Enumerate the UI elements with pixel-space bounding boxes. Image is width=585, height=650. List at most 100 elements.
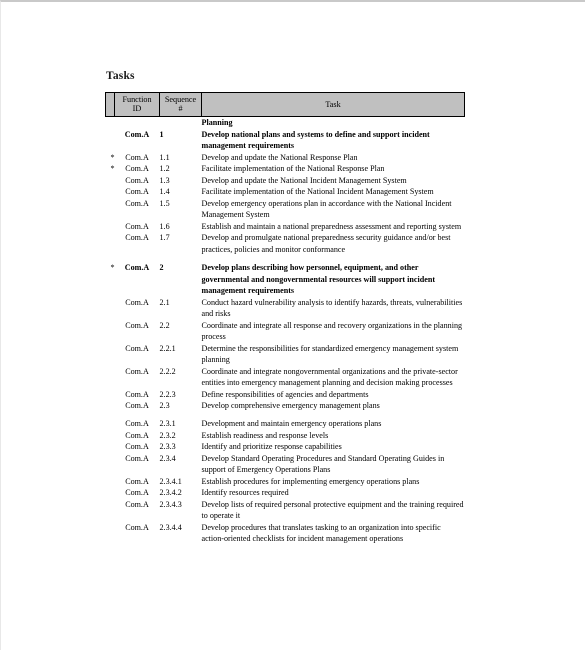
row-function-id: Com.A xyxy=(124,263,150,273)
row-sequence-number: 2 xyxy=(159,263,164,273)
row-sequence-number: 1.4 xyxy=(159,187,170,197)
row-task-description: Identify and prioritize response capabil… xyxy=(201,442,342,452)
table-row: Com.A 2.2.1 Determine the responsibilities… xyxy=(106,343,465,366)
row-marker-asterisk xyxy=(106,441,115,452)
table-row: Com.A 1.7 Develop and promulgate national … xyxy=(106,232,465,255)
table-row: Com.A 2.2.3 Define responsibilities of age… xyxy=(106,389,465,400)
row-function-id: Com.A xyxy=(125,221,149,231)
row-marker-asterisk xyxy=(106,499,115,522)
column-header-function-id-line2: ID xyxy=(132,104,142,114)
row-task-description: Conduct hazard vulnerability analysis to… xyxy=(201,297,463,319)
row-sequence-number: 2.2.2 xyxy=(159,366,176,376)
row-sequence-number: 2.3.4 xyxy=(159,453,176,463)
table-row-spacer-cell xyxy=(106,411,465,418)
table-row: Com.A 2.3.4.3 Develop lists of required pe… xyxy=(106,499,465,522)
row-function-id: Com.A xyxy=(125,389,149,399)
table-row: Com.A 2.3.3 Identify and prioritize respon… xyxy=(106,441,465,452)
row-function-id: Com.A xyxy=(125,522,149,532)
row-sequence-number: 2.3.4.1 xyxy=(159,476,182,486)
table-header: Function ID Sequence # Task xyxy=(105,91,465,118)
row-sequence-number xyxy=(160,117,202,129)
row-task-description: Develop national plans and systems to de… xyxy=(201,129,430,151)
row-task-description: Planning xyxy=(201,118,233,128)
table-row: Com.A 1.4 Facilitate implementation of the… xyxy=(106,186,465,197)
row-task-description: Develop plans describing how personnel, … xyxy=(201,263,436,296)
row-function-id: Com.A xyxy=(125,343,149,353)
table-header-row: Function ID Sequence # Task xyxy=(105,91,465,118)
row-sequence-number: 2.3.1 xyxy=(159,419,176,429)
row-sequence-number: 2.2 xyxy=(159,320,170,330)
row-sequence-number: 2.2.3 xyxy=(159,389,176,399)
row-function-id: Com.A xyxy=(125,499,149,509)
row-marker-asterisk xyxy=(106,186,115,197)
row-marker-asterisk xyxy=(106,366,115,389)
row-task-description: Establish procedures for implementing em… xyxy=(201,476,420,486)
column-header-sequence-line1: Sequence xyxy=(164,95,197,104)
table-row: * Com.A 1.2 Facilitate implementation of th… xyxy=(106,163,465,174)
row-function-id: Com.A xyxy=(125,175,149,185)
row-sequence-number: 1.1 xyxy=(159,152,170,162)
row-task-description: Coordinate and integrate all response an… xyxy=(201,320,463,342)
column-header-function-id-line1: Function xyxy=(122,95,152,104)
row-task-description: Establish readiness and response levels xyxy=(201,430,329,440)
row-marker-asterisk: * xyxy=(110,164,115,174)
table-row: Com.A 2.2.2 Coordinate and integrate nongo… xyxy=(106,366,465,389)
column-header-task: Task xyxy=(201,91,465,118)
row-function-id: Com.A xyxy=(125,187,149,197)
table-row-spacer xyxy=(106,411,465,418)
row-function-id xyxy=(115,117,160,129)
row-marker-asterisk xyxy=(106,343,115,366)
table-body: Planning Com.A 1 Develop national plans and… xyxy=(106,117,465,545)
row-sequence-number: 2.3.2 xyxy=(159,430,176,440)
row-task-description: Development and maintain emergency opera… xyxy=(201,419,382,429)
row-function-id: Com.A xyxy=(125,198,149,208)
row-sequence-number: 1.5 xyxy=(159,198,170,208)
table-row-spacer-cell xyxy=(106,255,465,262)
table-row: Com.A 2.3.4 Develop Standard Operating Pro… xyxy=(106,453,465,476)
row-sequence-number: 2.3.3 xyxy=(159,442,176,452)
row-function-id: Com.A xyxy=(125,476,149,486)
row-function-id: Com.A xyxy=(125,152,149,162)
row-task-description: Facilitate implementation of the Nationa… xyxy=(201,187,434,197)
row-task-description: Develop Standard Operating Procedures an… xyxy=(201,453,445,475)
row-task-description: Facilitate implementation of the Nationa… xyxy=(201,164,385,174)
table-row: Com.A 2.3.4.1 Establish procedures for imp… xyxy=(106,476,465,487)
row-marker-asterisk xyxy=(106,522,115,545)
table-row: Planning xyxy=(106,117,465,129)
table-row-spacer xyxy=(106,255,465,262)
row-sequence-number: 1.6 xyxy=(159,221,170,231)
table-row: Com.A 2.3.2 Establish readiness and respon… xyxy=(106,430,465,441)
row-function-id: Com.A xyxy=(125,366,149,376)
row-sequence-number: 2.3.4.2 xyxy=(159,488,182,498)
table-row: Com.A 2.3.4.4 Develop procedures that tran… xyxy=(106,522,465,545)
row-task-description: Develop comprehensive emergency manageme… xyxy=(201,401,380,410)
table-row: Com.A 1.5 Develop emergency operations pla… xyxy=(106,198,465,221)
row-marker-asterisk xyxy=(106,221,115,232)
row-marker-asterisk xyxy=(106,129,115,152)
table-row: Com.A 2.3 Develop comprehensive emergency … xyxy=(106,400,465,411)
row-function-id: Com.A xyxy=(125,419,149,429)
table-row: Com.A 1.6 Establish and maintain a nationa… xyxy=(106,221,465,232)
row-marker-asterisk xyxy=(106,232,115,255)
row-sequence-number: 1.3 xyxy=(159,175,170,185)
row-function-id: Com.A xyxy=(125,442,149,452)
row-function-id: Com.A xyxy=(125,297,149,307)
row-marker-asterisk xyxy=(106,476,115,487)
row-sequence-number: 2.1 xyxy=(159,297,170,307)
tasks-table: Function ID Sequence # Task Planning Com.… xyxy=(105,91,465,545)
row-function-id: Com.A xyxy=(125,164,149,174)
row-task-description: Identify resources required xyxy=(201,488,289,498)
row-sequence-number: 1.7 xyxy=(159,233,170,243)
row-task-description: Develop and promulgate national prepared… xyxy=(201,233,451,254)
row-task-description: Develop and update the National Incident… xyxy=(201,175,407,185)
column-header-sequence-line2: # xyxy=(178,104,183,114)
row-marker-asterisk xyxy=(106,418,115,429)
row-task-description: Coordinate and integrate nongovernmental… xyxy=(201,366,458,388)
row-task-description: Develop and update the National Response… xyxy=(201,152,358,162)
row-sequence-number: 2.3 xyxy=(159,401,170,410)
table-row: Com.A 2.1 Conduct hazard vulnerability ana… xyxy=(106,297,465,320)
row-sequence-number: 2.2.1 xyxy=(159,343,176,353)
row-marker-asterisk xyxy=(106,175,115,186)
row-marker-asterisk xyxy=(106,389,115,400)
page-title: Tasks xyxy=(106,70,135,82)
